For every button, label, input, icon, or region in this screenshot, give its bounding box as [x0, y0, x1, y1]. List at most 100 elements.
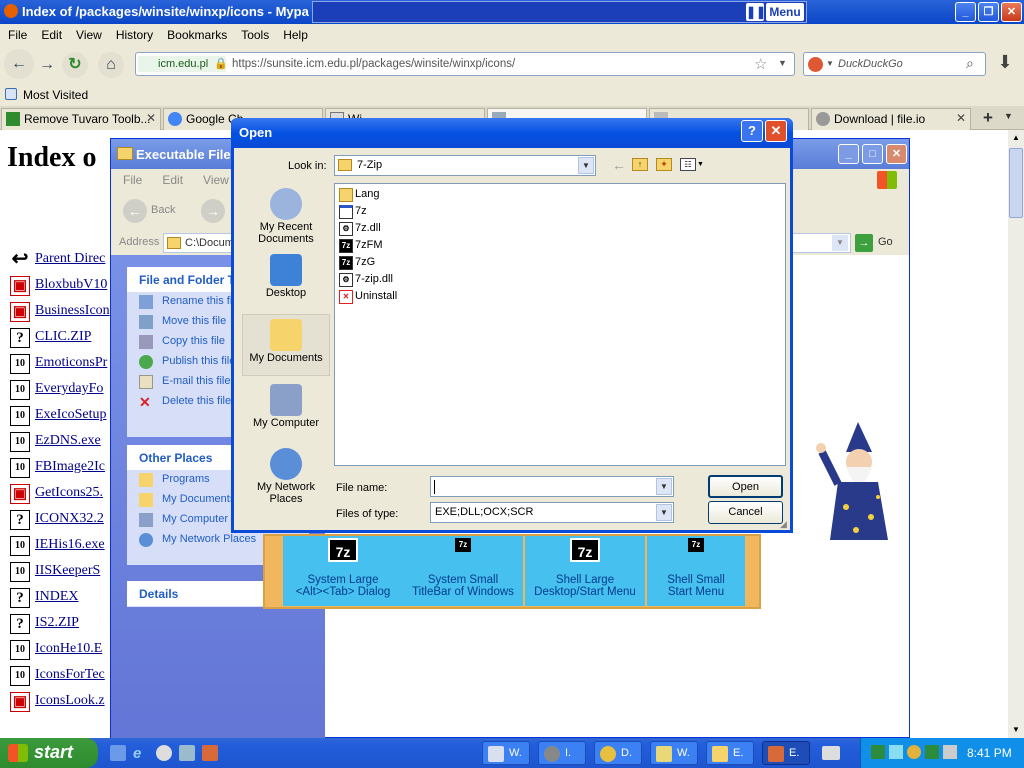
explorer-forward-button[interactable]: →	[201, 199, 225, 223]
entry-link[interactable]: FBImage2Ic	[35, 459, 105, 475]
file-list[interactable]: Lang 7z ⚙ 7z.dll 7z 7zFM 7z 7zG ⚙ 7-zip.dll …	[334, 183, 786, 466]
help-button[interactable]: ?	[741, 120, 763, 142]
new-tab-button[interactable]: +	[977, 108, 999, 130]
chevron-down-icon[interactable]: ▼	[656, 478, 672, 495]
new-folder-icon[interactable]: ✦	[656, 158, 672, 171]
cancel-button[interactable]: Cancel	[708, 501, 783, 524]
explorer-menu-edit[interactable]: Edit	[150, 169, 191, 187]
place-desktop[interactable]: Desktop	[242, 250, 330, 312]
back-arrow-icon[interactable]: ←	[612, 157, 626, 173]
ie-icon[interactable]: e	[133, 745, 149, 762]
bookmark-star-icon[interactable]: ☆	[754, 55, 767, 73]
entry-link[interactable]: IISKeeperS	[35, 563, 100, 579]
open-button[interactable]: Open	[708, 475, 783, 498]
chrome-icon[interactable]	[156, 745, 172, 761]
downloads-button[interactable]: ⬇	[991, 52, 1019, 78]
place-my-documents[interactable]: My Documents	[242, 314, 330, 376]
quick-launch-icon[interactable]	[110, 745, 126, 761]
look-in-dropdown[interactable]: 7-Zip ▼	[334, 155, 596, 176]
menu-help[interactable]: Help	[275, 24, 314, 42]
tray-icon[interactable]	[871, 745, 885, 759]
chevron-down-icon[interactable]: ▼	[578, 157, 594, 174]
taskbar-item-1[interactable]: W.	[482, 741, 530, 765]
url-dropdown-icon[interactable]: ▼	[778, 58, 787, 68]
url-bar[interactable]: icm.edu.pl 🔒 https://sunsite.icm.edu.pl/…	[135, 52, 795, 76]
back-button[interactable]: ←	[4, 49, 34, 79]
site-identity[interactable]: icm.edu.pl	[138, 56, 226, 72]
reload-button[interactable]: ↻	[62, 52, 88, 78]
view-menu-dropdown-icon[interactable]: ▼	[697, 161, 704, 168]
entry-link[interactable]: IconsLook.z	[35, 693, 105, 709]
tab-1[interactable]: Remove Tuvaro Toolb... ✕	[1, 108, 161, 130]
tray-icon[interactable]	[889, 745, 903, 759]
forward-button[interactable]: →	[34, 52, 60, 78]
tray-icon[interactable]	[925, 745, 939, 759]
entry-link[interactable]: EverydayFo	[35, 381, 103, 397]
tray-icon[interactable]	[907, 745, 921, 759]
menu-file[interactable]: File	[0, 24, 33, 42]
close-button[interactable]: ✕	[1001, 2, 1022, 22]
entry-link[interactable]: IS2.ZIP	[35, 615, 79, 631]
start-button[interactable]: start	[0, 738, 98, 768]
taskbar-item-3[interactable]: D.	[594, 741, 642, 765]
taskbar-item-2[interactable]: I.	[538, 741, 586, 765]
explorer-menu-file[interactable]: File	[111, 169, 150, 187]
explorer-menu-view[interactable]: View	[191, 169, 237, 187]
entry-link[interactable]: BusinessIcon	[35, 303, 110, 319]
taskbar-item-4[interactable]: W.	[650, 741, 698, 765]
page-scrollbar[interactable]: ▲ ▼	[1008, 130, 1024, 738]
restore-button[interactable]: ❐	[978, 2, 999, 22]
tab-list-button[interactable]: ▼	[1004, 111, 1013, 121]
explorer-back-button[interactable]: ←	[123, 199, 147, 223]
minimize-button[interactable]: _	[955, 2, 976, 22]
dialog-close-button[interactable]: ✕	[765, 120, 787, 142]
tray-icon[interactable]	[943, 745, 957, 759]
entry-link[interactable]: IconsForTec	[35, 667, 105, 683]
up-folder-icon[interactable]: ↑	[632, 158, 648, 171]
clock[interactable]: 8:41 PM	[967, 746, 1012, 760]
entry-link[interactable]: GetIcons25.	[35, 485, 103, 501]
place-my-network-places[interactable]: My Network Places	[242, 444, 330, 506]
menu-bookmarks[interactable]: Bookmarks	[159, 24, 233, 42]
menu-tools[interactable]: Tools	[233, 24, 275, 42]
quick-launch-icon[interactable]	[202, 745, 218, 761]
explorer-maximize-button[interactable]: □	[862, 144, 883, 164]
explorer-close-button[interactable]: ✕	[886, 144, 907, 164]
search-icon[interactable]: ⌕	[966, 55, 974, 72]
chevron-down-icon[interactable]: ▼	[656, 504, 672, 521]
go-arrow-icon[interactable]: →	[855, 234, 873, 252]
file-name-input[interactable]: ▼	[430, 476, 674, 497]
menu-edit[interactable]: Edit	[33, 24, 68, 42]
entry-link[interactable]: IconHe10.E	[35, 641, 102, 657]
place-my-computer[interactable]: My Computer	[242, 380, 330, 442]
explorer-minimize-button[interactable]: _	[838, 144, 859, 164]
keyboard-icon[interactable]	[822, 746, 840, 760]
menu-history[interactable]: History	[108, 24, 159, 42]
entry-link[interactable]: IEHis16.exe	[35, 537, 105, 553]
scroll-up-button[interactable]: ▲	[1008, 130, 1024, 146]
home-button[interactable]: ⌂	[98, 52, 124, 78]
scroll-thumb[interactable]	[1009, 148, 1023, 218]
overlay-menu-button[interactable]: Menu	[766, 3, 804, 21]
place-my-recent-documents[interactable]: My Recent Documents	[242, 184, 330, 246]
file-type-dropdown[interactable]: EXE;DLL;OCX;SCR ▼	[430, 502, 674, 523]
entry-link[interactable]: ICONX32.2	[35, 511, 104, 527]
quick-launch-icon[interactable]	[179, 745, 195, 761]
scroll-down-button[interactable]: ▼	[1008, 722, 1024, 738]
entry-link[interactable]: CLIC.ZIP	[35, 329, 91, 345]
go-button-label[interactable]: Go	[878, 236, 893, 248]
entry-link[interactable]: INDEX	[35, 589, 79, 605]
entry-link[interactable]: Parent Direc	[35, 251, 105, 267]
search-input[interactable]: ▼ DuckDuckGo ⌕	[803, 52, 986, 76]
close-tab-icon[interactable]: ✕	[146, 111, 156, 125]
taskbar-item-5[interactable]: E.	[706, 741, 754, 765]
search-engine-dropdown-icon[interactable]: ▼	[826, 59, 834, 68]
entry-link[interactable]: EmoticonsPr	[35, 355, 107, 371]
tab-6[interactable]: Download | file.io ✕	[811, 108, 971, 130]
close-tab-icon[interactable]: ✕	[956, 111, 966, 125]
pause-button[interactable]: ❚❚	[746, 3, 766, 21]
resize-grip-icon[interactable]: ◢	[780, 519, 787, 530]
view-menu-icon[interactable]: ☷	[680, 158, 696, 171]
taskbar-item-6-active[interactable]: E.	[762, 741, 810, 765]
address-dropdown-icon[interactable]: ▼	[832, 235, 848, 251]
